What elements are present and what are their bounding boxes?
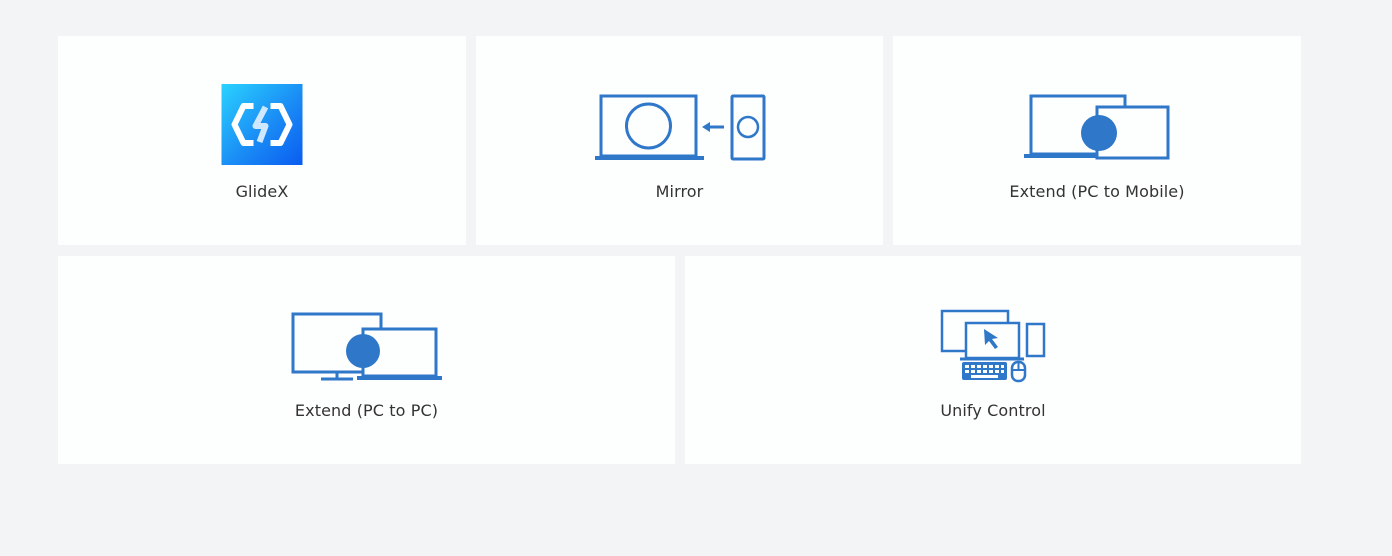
tile-label: Extend (PC to Mobile) — [1009, 182, 1185, 201]
glidex-logo-icon — [221, 84, 303, 165]
tile-label: Mirror — [655, 182, 704, 201]
mirror-icon — [594, 94, 766, 162]
extend-pc-to-mobile-icon — [1023, 94, 1171, 162]
tile-label: GlideX — [235, 182, 289, 201]
extend-pc-to-pc-icon — [291, 312, 443, 382]
tile-glidex[interactable]: GlideX — [58, 36, 466, 245]
tile-label: Unify Control — [940, 401, 1046, 420]
tile-label: Extend (PC to PC) — [294, 401, 439, 420]
tile-extend-pc-to-mobile[interactable]: Extend (PC to Mobile) — [893, 36, 1301, 245]
tile-mirror[interactable]: Mirror — [476, 36, 883, 245]
tile-extend-pc-to-pc[interactable]: Extend (PC to PC) — [58, 256, 675, 464]
tile-unify-control[interactable]: Unify Control — [685, 256, 1301, 464]
unify-control-icon — [940, 309, 1046, 383]
